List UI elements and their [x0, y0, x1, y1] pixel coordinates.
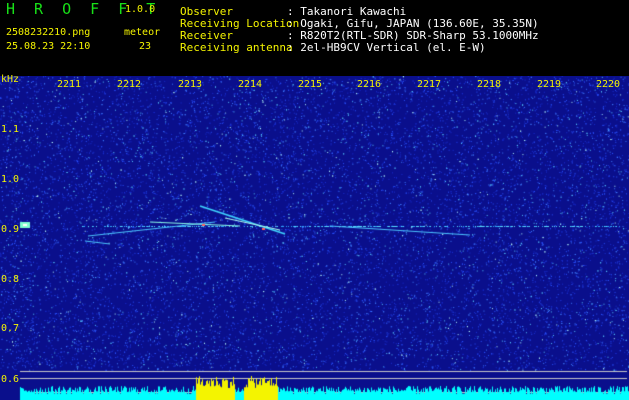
antenna-label: Receiving antenna — [180, 41, 293, 54]
x-tick-2215: 2215 — [297, 79, 323, 90]
waterfall-spectrogram — [0, 76, 629, 400]
x-tick-2212: 2212 — [116, 79, 142, 90]
x-tick-2218: 2218 — [476, 79, 502, 90]
x-tick-2217: 2217 — [416, 79, 442, 90]
y-tick-1-1: 1.1 — [1, 124, 20, 135]
y-tick-0-6: 0.6 — [1, 374, 20, 385]
x-tick-2211: 2211 — [56, 79, 82, 90]
x-tick-2220: 2220 — [595, 79, 621, 90]
x-tick-2216: 2216 — [356, 79, 382, 90]
y-tick-0-9: 0.9 — [1, 224, 20, 235]
x-tick-2214: 2214 — [237, 79, 263, 90]
file-datetime: 25.08.23 22:10 — [6, 41, 91, 52]
file-name: 2508232210.png — [6, 27, 91, 38]
x-tick-2219: 2219 — [536, 79, 562, 90]
x-tick-2213: 2213 — [177, 79, 203, 90]
y-tick-1-0: 1.0 — [1, 174, 20, 185]
y-tick-0-7: 0.7 — [1, 323, 20, 334]
detector-label: meteor — [124, 27, 161, 38]
antenna-value: : 2el-HB9CV Vertical (el. E-W) — [287, 41, 486, 54]
detector-count: 23 — [139, 41, 152, 52]
app-version: 1.0.0 — [125, 4, 156, 15]
y-axis-unit: kHz — [1, 74, 20, 85]
y-tick-0-8: 0.8 — [1, 274, 20, 285]
